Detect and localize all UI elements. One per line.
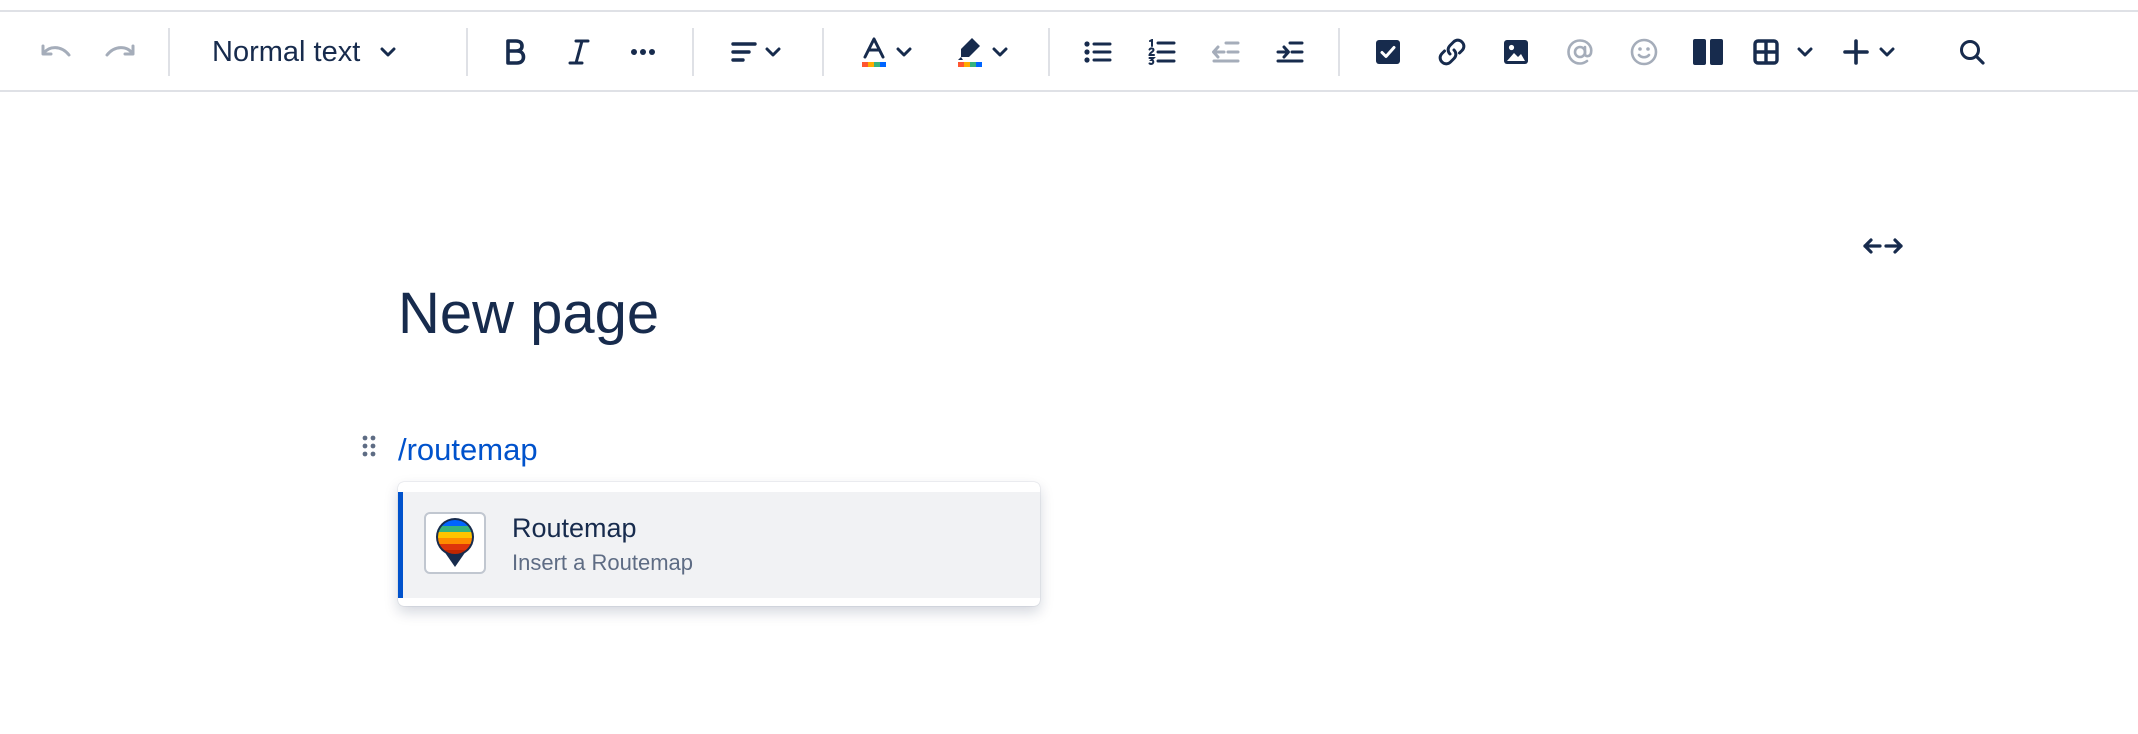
- table-dropdown[interactable]: [1748, 12, 1818, 92]
- menu-item-title: Routemap: [512, 513, 637, 543]
- checkbox-icon: [1376, 40, 1400, 64]
- more-icon: [631, 49, 655, 55]
- plus-icon: [1843, 39, 1869, 65]
- slash-command-menu: Routemap Insert a Routemap: [398, 482, 1040, 606]
- text-style-label: Normal text: [212, 35, 361, 68]
- insert-dropdown[interactable]: [1838, 12, 1900, 92]
- toolbar-separator: [168, 28, 170, 76]
- toolbar-separator: [692, 28, 694, 76]
- mention-icon: [1567, 39, 1593, 65]
- expand-horizontal-icon: [1863, 238, 1903, 254]
- chevron-down-icon: [1797, 47, 1813, 57]
- menu-item-description: Insert a Routemap: [512, 550, 693, 575]
- outdent-icon: [1212, 41, 1240, 63]
- alignment-dropdown[interactable]: [726, 12, 786, 92]
- editor-toolbar: Normal text: [0, 12, 2138, 92]
- outdent-button[interactable]: [1208, 12, 1244, 92]
- numbered-list-icon: [1148, 39, 1176, 65]
- text-style-dropdown[interactable]: Normal text: [212, 12, 396, 92]
- highlight-color-dropdown[interactable]: [952, 12, 1012, 92]
- redo-button[interactable]: [100, 12, 140, 92]
- highlighter-icon: [958, 38, 982, 67]
- drag-handle-icon[interactable]: [360, 434, 380, 462]
- more-formatting-button[interactable]: [626, 12, 660, 92]
- bullet-list-icon: [1084, 41, 1112, 63]
- mention-button[interactable]: [1562, 12, 1598, 92]
- table-icon: [1753, 39, 1779, 65]
- numbered-list-button[interactable]: [1144, 12, 1180, 92]
- italic-icon: [568, 39, 590, 65]
- undo-icon: [41, 44, 71, 57]
- menu-item-routemap[interactable]: Routemap Insert a Routemap: [398, 492, 1040, 598]
- bullet-list-button[interactable]: [1080, 12, 1116, 92]
- search-icon: [1960, 40, 1985, 65]
- emoji-button[interactable]: [1626, 12, 1662, 92]
- link-button[interactable]: [1434, 12, 1470, 92]
- slash-command-query[interactable]: /routemap: [398, 428, 538, 472]
- layout-columns-icon: [1693, 39, 1723, 65]
- link-icon: [1438, 38, 1466, 66]
- toolbar-separator: [1048, 28, 1050, 76]
- text-color-dropdown[interactable]: [856, 12, 916, 92]
- selected-indicator: [398, 492, 403, 598]
- italic-button[interactable]: [562, 12, 596, 92]
- toolbar-separator: [1338, 28, 1340, 76]
- chevron-down-icon: [1879, 47, 1895, 57]
- action-item-button[interactable]: [1370, 12, 1406, 92]
- emoji-icon: [1630, 38, 1658, 66]
- undo-button[interactable]: [36, 12, 76, 92]
- routemap-pin-icon: [424, 512, 486, 574]
- align-left-icon: [731, 42, 757, 62]
- chevron-down-icon: [765, 47, 781, 57]
- bold-button[interactable]: [498, 12, 532, 92]
- chevron-down-icon: [992, 47, 1008, 57]
- indent-button[interactable]: [1272, 12, 1308, 92]
- find-replace-button[interactable]: [1954, 12, 1990, 92]
- full-width-toggle[interactable]: [1862, 232, 1904, 260]
- bold-icon: [506, 39, 526, 65]
- image-button[interactable]: [1498, 12, 1534, 92]
- toolbar-separator: [466, 28, 468, 76]
- redo-icon: [105, 44, 135, 57]
- image-icon: [1504, 40, 1528, 64]
- indent-icon: [1276, 41, 1304, 63]
- text-color-icon: [862, 37, 886, 67]
- chevron-down-icon: [380, 47, 396, 57]
- chevron-down-icon: [896, 47, 912, 57]
- page-title[interactable]: New page: [398, 274, 659, 354]
- layouts-button[interactable]: [1690, 12, 1726, 92]
- toolbar-separator: [822, 28, 824, 76]
